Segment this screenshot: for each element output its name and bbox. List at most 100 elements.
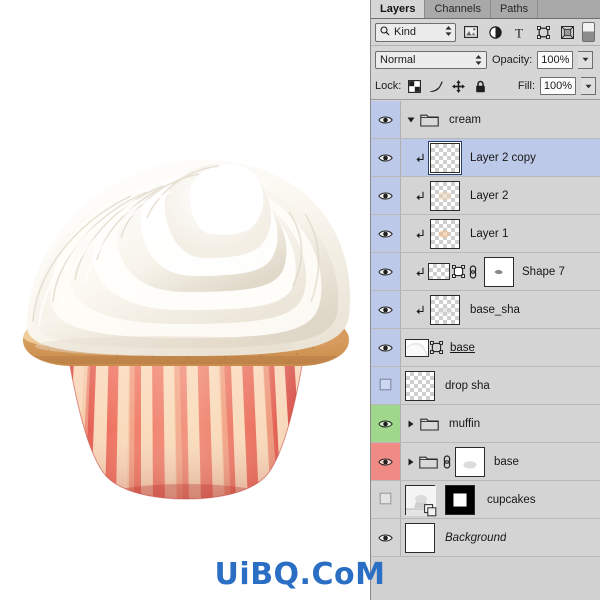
fill-dropdown-button[interactable] xyxy=(581,77,596,95)
filter-enable-toggle[interactable] xyxy=(582,22,595,42)
lock-position-icon[interactable] xyxy=(450,78,467,95)
layer-thumbnail[interactable] xyxy=(405,522,435,553)
visibility-toggle[interactable] xyxy=(371,101,401,138)
layer-thumbnail[interactable] xyxy=(430,218,460,249)
layer-row-base-shape[interactable]: base xyxy=(371,329,600,367)
shape-layer-icon[interactable] xyxy=(534,23,552,41)
document-canvas[interactable] xyxy=(0,0,370,600)
layer-thumbnail[interactable] xyxy=(430,142,460,173)
layer-row-cream[interactable]: cream xyxy=(371,101,600,139)
vector-mask-icon[interactable] xyxy=(452,265,465,278)
visibility-toggle[interactable] xyxy=(371,481,401,518)
opacity-dropdown-button[interactable] xyxy=(578,50,594,69)
group-collapse-arrow[interactable] xyxy=(405,458,416,466)
layer-list[interactable]: cream Layer 2 copy Layer 2 Layer 1 Shape… xyxy=(371,101,600,600)
layer-thumbnail[interactable] xyxy=(405,338,429,357)
visibility-toggle[interactable] xyxy=(371,405,401,442)
layer-name[interactable]: base xyxy=(444,342,475,354)
folder-icon xyxy=(419,454,438,469)
visibility-toggle[interactable] xyxy=(371,253,401,290)
link-icon[interactable] xyxy=(441,454,452,469)
layers-panel: Layers Channels Paths Kind T Normal Opac… xyxy=(370,0,600,600)
clipping-mask-arrow-icon xyxy=(415,153,426,163)
visibility-toggle[interactable] xyxy=(371,215,401,252)
vector-mask-icon[interactable] xyxy=(430,341,443,354)
tab-paths[interactable]: Paths xyxy=(490,0,539,18)
group-expand-arrow[interactable] xyxy=(405,116,416,124)
layer-row-base-sha[interactable]: base_sha xyxy=(371,291,600,329)
layer-name[interactable]: Layer 1 xyxy=(464,228,508,240)
visibility-toggle[interactable] xyxy=(371,139,401,176)
fill-label: Fill: xyxy=(517,80,535,92)
eye-icon xyxy=(378,268,393,275)
visibility-toggle[interactable] xyxy=(371,291,401,328)
opacity-label: Opacity: xyxy=(492,53,533,66)
svg-text:T: T xyxy=(515,26,523,39)
eye-off-icon xyxy=(379,378,392,394)
layer-name[interactable]: Background xyxy=(439,532,506,544)
layer-name[interactable]: base xyxy=(488,456,519,468)
visibility-toggle[interactable] xyxy=(371,329,401,366)
layer-row-shape-7[interactable]: Shape 7 xyxy=(371,253,600,291)
tab-channels[interactable]: Channels xyxy=(425,0,491,18)
opacity-input[interactable]: 100% xyxy=(537,50,574,69)
layer-row-base-group[interactable]: base xyxy=(371,443,600,481)
eye-off-icon xyxy=(379,492,392,508)
clipping-mask-arrow-icon xyxy=(415,267,426,277)
layer-row-background[interactable]: Background xyxy=(371,519,600,557)
eye-icon xyxy=(378,420,393,427)
lock-all-icon[interactable] xyxy=(472,78,489,95)
visibility-toggle[interactable] xyxy=(371,443,401,480)
chevron-updown-icon xyxy=(475,54,482,66)
eye-icon xyxy=(378,344,393,351)
type-layer-icon[interactable]: T xyxy=(510,23,528,41)
eye-icon xyxy=(378,306,393,313)
layer-thumbnail[interactable] xyxy=(430,294,460,325)
layer-name[interactable]: muffin xyxy=(443,418,480,430)
lock-image-icon[interactable] xyxy=(428,78,445,95)
blend-mode-value: Normal xyxy=(380,53,416,66)
group-mask-thumbnail[interactable] xyxy=(455,446,485,477)
layer-name[interactable]: Layer 2 xyxy=(464,190,508,202)
layer-row-layer-2-copy[interactable]: Layer 2 copy xyxy=(371,139,600,177)
layer-row-layer-1[interactable]: Layer 1 xyxy=(371,215,600,253)
visibility-toggle[interactable] xyxy=(371,177,401,214)
layer-name[interactable]: drop sha xyxy=(439,380,490,392)
layer-row-drop-sha[interactable]: drop sha xyxy=(371,367,600,405)
layer-thumbnail[interactable] xyxy=(428,263,450,280)
tab-layers[interactable]: Layers xyxy=(371,0,426,18)
layer-name[interactable]: base_sha xyxy=(464,304,520,316)
smart-object-icon[interactable] xyxy=(558,23,576,41)
blend-mode-select[interactable]: Normal xyxy=(375,50,487,69)
pixel-layer-icon[interactable] xyxy=(462,23,480,41)
fill-input[interactable]: 100% xyxy=(540,77,576,95)
blend-opacity-row: Normal Opacity: 100% xyxy=(371,46,600,73)
layer-row-cupcakes[interactable]: cupcakes xyxy=(371,481,600,519)
chevron-updown-icon xyxy=(445,25,452,40)
visibility-toggle[interactable] xyxy=(371,519,401,556)
eye-icon xyxy=(378,230,393,237)
photoshop-window: Layers Channels Paths Kind T Normal Opac… xyxy=(0,0,600,600)
layer-name[interactable]: cream xyxy=(443,114,481,126)
eye-icon xyxy=(378,534,393,541)
layer-name[interactable]: cupcakes xyxy=(481,494,536,506)
lock-transparency-icon[interactable] xyxy=(406,78,423,95)
smart-object-thumbnail[interactable] xyxy=(405,484,437,516)
layer-name[interactable]: Layer 2 copy xyxy=(464,152,536,164)
eye-icon xyxy=(378,116,393,123)
layer-thumbnail[interactable] xyxy=(430,180,460,211)
link-icon[interactable] xyxy=(467,264,478,279)
filter-kind-dropdown[interactable]: Kind xyxy=(375,22,456,42)
cupcake-illustration xyxy=(5,150,365,500)
clipping-mask-arrow-icon xyxy=(415,305,426,315)
layer-thumbnail[interactable] xyxy=(405,370,435,401)
layer-row-muffin[interactable]: muffin xyxy=(371,405,600,443)
layer-name[interactable]: Shape 7 xyxy=(516,266,565,278)
eye-icon xyxy=(378,458,393,465)
group-collapse-arrow[interactable] xyxy=(405,420,416,428)
vector-mask-thumbnail[interactable] xyxy=(484,256,514,287)
adjustment-layer-icon[interactable] xyxy=(486,23,504,41)
visibility-toggle[interactable] xyxy=(371,367,401,404)
layer-mask-thumbnail[interactable] xyxy=(445,484,475,515)
layer-row-layer-2[interactable]: Layer 2 xyxy=(371,177,600,215)
